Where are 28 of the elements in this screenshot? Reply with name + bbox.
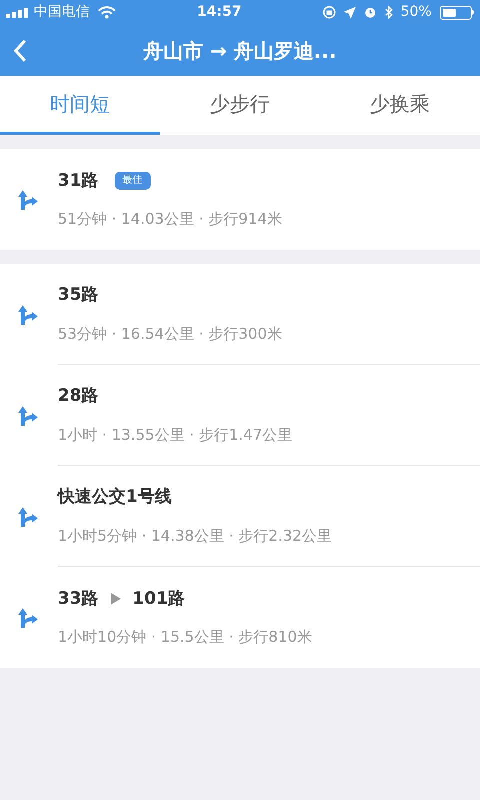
clock-time: 14:57 xyxy=(197,3,242,22)
route-line-name: 35路 xyxy=(58,284,99,307)
route-summary: 1小时 · 13.55公里 · 步行1.47公里 xyxy=(58,424,294,446)
back-icon[interactable] xyxy=(13,38,27,62)
route-summary: 53分钟 · 16.54公里 · 步行300米 xyxy=(58,324,284,344)
route-summary: 51分钟 · 14.03公里 · 步行914米 xyxy=(58,209,284,230)
location-icon xyxy=(344,6,356,18)
page-title: 舟山市 → 舟山罗迪... xyxy=(143,38,337,64)
route-summary: 1小时5分钟 · 14.38公里 · 步行2.32公里 xyxy=(58,526,334,546)
route-line-name: 28路 xyxy=(58,385,99,408)
rotation-lock-icon xyxy=(322,6,336,19)
battery-icon xyxy=(440,6,474,20)
battery-percent: 50% xyxy=(400,3,432,22)
best-badge: 最佳 xyxy=(114,172,151,190)
tab[interactable]: 少步行 xyxy=(160,76,320,135)
route-summary: 1小时10分钟 · 15.5公里 · 步行810米 xyxy=(58,627,314,648)
route-line-name: 33路 xyxy=(58,588,99,610)
route-line-name: 31路 xyxy=(58,170,99,192)
signal-icon xyxy=(6,8,30,18)
route-line-name: 101路 xyxy=(132,588,186,610)
tab[interactable]: 少换乘 xyxy=(320,76,480,135)
wifi-icon xyxy=(98,6,116,19)
route-line-name: 快速公交1号线 xyxy=(58,486,172,509)
transfer-arrow-icon xyxy=(110,593,121,606)
carrier-name: 中国电信 xyxy=(34,3,90,22)
tab[interactable]: 时间短 xyxy=(0,76,160,135)
alarm-icon xyxy=(364,6,377,19)
bluetooth-icon xyxy=(384,6,393,19)
